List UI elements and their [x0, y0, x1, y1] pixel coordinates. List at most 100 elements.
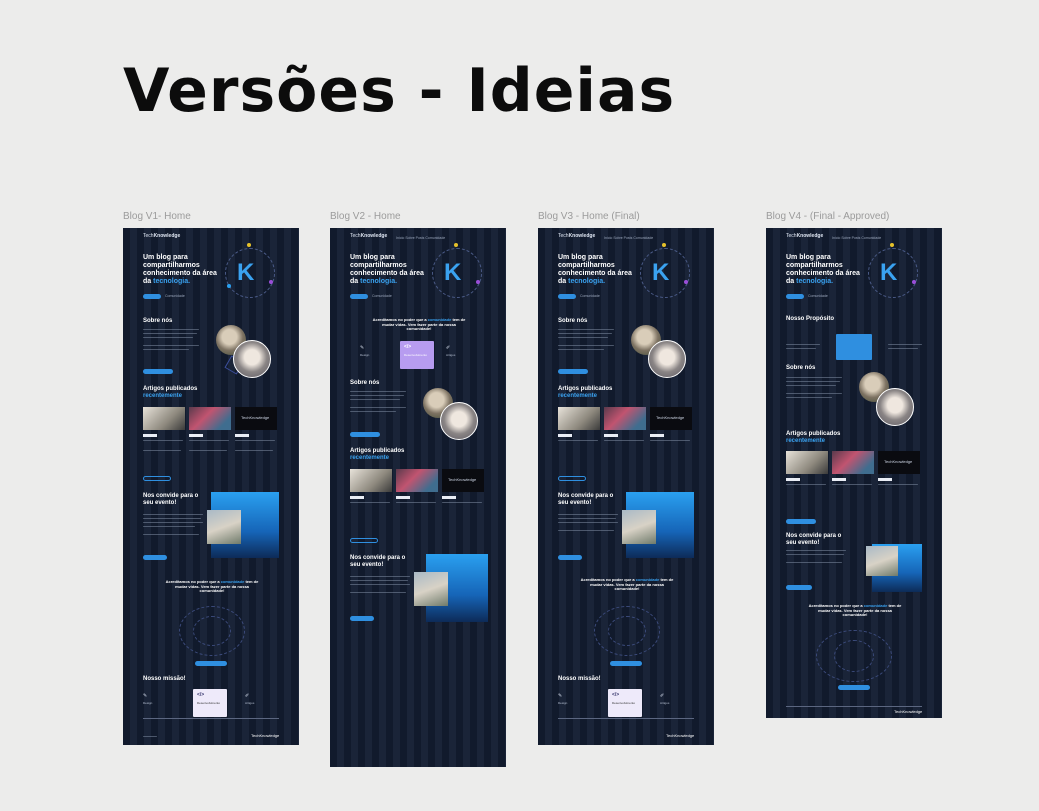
community-text: Acreditamos no poder que a comunidade te…: [165, 579, 259, 594]
logo[interactable]: TechKnowledge: [143, 233, 180, 240]
hero-k-icon: K: [444, 259, 462, 286]
text-line: [888, 344, 922, 345]
hero-heading: Um blog para compartilharmos conheciment…: [786, 254, 860, 286]
text-line: [786, 397, 832, 398]
hero-secondary-link[interactable]: Comunidade: [372, 294, 392, 298]
events-title: Nos convide para o seu evento!: [558, 493, 614, 506]
hero-primary-button[interactable]: [558, 294, 576, 299]
text-line: [558, 333, 612, 334]
top-nav[interactable]: Início Sobre Posts Comunidade: [832, 236, 881, 240]
articles-more-button[interactable]: [143, 476, 171, 481]
text-line: [350, 395, 404, 396]
community-network-graphic: [193, 616, 231, 646]
hero-secondary-link[interactable]: Comunidade: [165, 294, 185, 298]
article-image[interactable]: [350, 469, 392, 492]
background-stripes: [538, 228, 714, 745]
about-title: Sobre nós: [786, 365, 816, 371]
frame-blog-v3[interactable]: TechKnowledge Início Sobre Posts Comunid…: [538, 228, 714, 745]
article-image[interactable]: [558, 407, 600, 430]
text-line: [786, 393, 842, 394]
about-button[interactable]: [558, 369, 588, 374]
hero-secondary-link[interactable]: Comunidade: [808, 294, 828, 298]
community-button[interactable]: [610, 661, 642, 666]
events-button[interactable]: [143, 555, 167, 560]
articles-title: Artigos publicados recentemente: [558, 386, 613, 399]
orbit-dot-icon: [476, 280, 480, 284]
events-button[interactable]: [786, 585, 812, 590]
service-label: Design: [143, 701, 153, 705]
article-banner: TechKnowledge: [241, 415, 270, 420]
footer-logo[interactable]: TechKnowledge: [894, 709, 922, 715]
frame-blog-v2[interactable]: TechKnowledge Início Sobre Posts Comunid…: [330, 228, 506, 767]
text-line: [888, 348, 918, 349]
logo[interactable]: TechKnowledge: [786, 233, 823, 240]
about-button[interactable]: [350, 432, 380, 437]
text-line: [832, 484, 872, 485]
articles-title: Artigos publicados recentemente: [786, 431, 841, 444]
community-text: Acreditamos no poder que a comunidade te…: [580, 577, 674, 592]
community-text: Acreditamos no poder que a comunidade te…: [372, 317, 466, 332]
articles-title: Artigos publicados recentemente: [350, 448, 405, 461]
hero-primary-button[interactable]: [143, 294, 161, 299]
footer-divider: [786, 706, 922, 707]
logo[interactable]: TechKnowledge: [558, 233, 595, 240]
articles-more-button[interactable]: [786, 519, 816, 524]
article-tag: [650, 434, 664, 437]
palette-icon: ✎: [558, 693, 563, 699]
frame-label-v4[interactable]: Blog V4 - (Final - Approved): [766, 211, 889, 222]
text-line: [143, 522, 203, 523]
frame-label-v2[interactable]: Blog V2 - Home: [330, 211, 401, 222]
text-line: [189, 440, 229, 441]
about-button[interactable]: [143, 369, 173, 374]
text-line: [558, 440, 598, 441]
article-image[interactable]: [604, 407, 646, 430]
community-button[interactable]: [838, 685, 870, 690]
text-line: [786, 381, 840, 382]
community-button[interactable]: [195, 661, 227, 666]
top-nav[interactable]: Início Sobre Posts Comunidade: [604, 236, 653, 240]
hero-primary-button[interactable]: [350, 294, 368, 299]
article-image[interactable]: [786, 451, 828, 474]
logo[interactable]: TechKnowledge: [350, 233, 387, 240]
frame-label-v1[interactable]: Blog V1- Home: [123, 211, 191, 222]
text-line: [558, 349, 604, 350]
events-button[interactable]: [558, 555, 582, 560]
service-label: Desenvolvimento: [612, 701, 636, 705]
text-line: [786, 484, 826, 485]
text-line: [350, 576, 410, 577]
article-image[interactable]: [189, 407, 231, 430]
article-image[interactable]: [396, 469, 438, 492]
purpose-card-highlight[interactable]: [836, 334, 872, 360]
text-line: [235, 450, 273, 451]
hero-secondary-link[interactable]: Comunidade: [580, 294, 600, 298]
hero-primary-button[interactable]: [786, 294, 804, 299]
text-line: [878, 484, 918, 485]
articles-more-button[interactable]: [558, 476, 586, 481]
article-image[interactable]: [832, 451, 874, 474]
footer-logo[interactable]: TechKnowledge: [666, 733, 694, 739]
text-line: [189, 450, 227, 451]
frame-label-v3[interactable]: Blog V3 - Home (Final): [538, 211, 640, 222]
frame-blog-v1[interactable]: TechKnowledge Um blog para compartilharm…: [123, 228, 299, 745]
service-label: Design: [558, 701, 568, 705]
frame-blog-v4[interactable]: TechKnowledge Início Sobre Posts Comunid…: [766, 228, 942, 718]
about-title: Sobre nós: [143, 318, 173, 324]
orbit-dot-icon: [912, 280, 916, 284]
article-tag: [558, 434, 572, 437]
text-line: [143, 345, 199, 346]
footer-logo[interactable]: TechKnowledge: [251, 733, 279, 739]
orbit-dot-icon: [454, 243, 458, 247]
social-icons[interactable]: [143, 736, 157, 737]
events-button[interactable]: [350, 616, 374, 621]
orbit-dot-icon: [247, 243, 251, 247]
text-line: [143, 333, 197, 334]
text-line: [143, 329, 199, 330]
articles-more-button[interactable]: [350, 538, 378, 543]
text-line: [143, 534, 199, 535]
top-nav[interactable]: Início Sobre Posts Comunidade: [396, 236, 445, 240]
article-image[interactable]: [143, 407, 185, 430]
code-icon: </>: [612, 692, 620, 698]
text-line: [558, 522, 618, 523]
text-line: [786, 377, 842, 378]
service-label: Artigos: [446, 353, 456, 357]
